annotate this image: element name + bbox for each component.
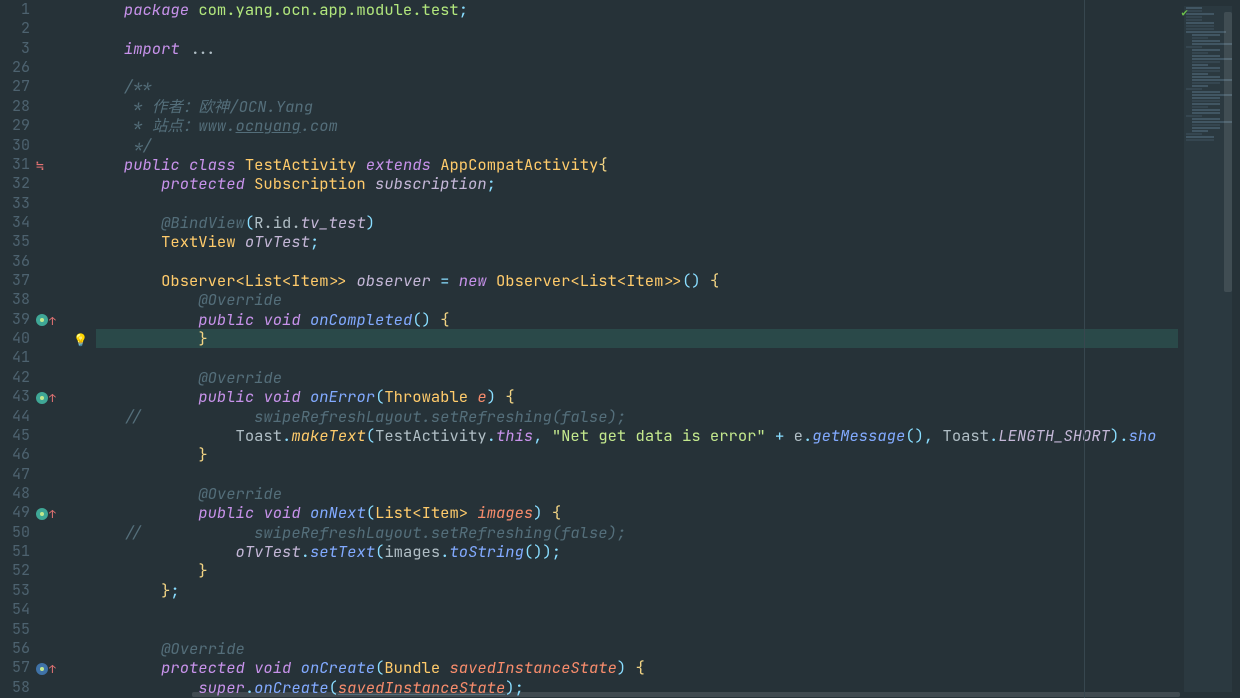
- intention-bulb-icon[interactable]: 💡: [73, 332, 88, 348]
- line-number: 26: [0, 58, 36, 77]
- line-number: 57: [0, 658, 36, 677]
- line-number: 32: [0, 174, 36, 193]
- line-number: 45: [0, 426, 36, 445]
- line-number: 1: [0, 0, 36, 19]
- line-number: 27: [0, 77, 36, 96]
- minimap[interactable]: [1184, 6, 1232, 692]
- line-number: 48: [0, 484, 36, 503]
- line-number: 56: [0, 639, 36, 658]
- line-number: 55: [0, 620, 36, 639]
- line-number: 30: [0, 136, 36, 155]
- line-number: 50: [0, 523, 36, 542]
- line-number: 31: [0, 155, 36, 174]
- line-number: 33: [0, 194, 36, 213]
- line-number: 58: [0, 678, 36, 697]
- line-number: 47: [0, 465, 36, 484]
- line-number: 44: [0, 407, 36, 426]
- line-number: 39: [0, 310, 36, 329]
- line-number: 36: [0, 252, 36, 271]
- override-gutter-icon[interactable]: ↑: [36, 387, 96, 406]
- line-number: 34: [0, 213, 36, 232]
- line-number: 52: [0, 561, 36, 580]
- line-number: 2: [0, 19, 36, 38]
- line-number: 54: [0, 600, 36, 619]
- line-number: 49: [0, 503, 36, 522]
- line-number: 46: [0, 445, 36, 464]
- gutter-icon-column: ≒ ↑ 💡 ↑ ↑ ↑: [36, 0, 96, 698]
- override-gutter-icon[interactable]: ↑: [36, 658, 96, 677]
- line-number: 3: [0, 39, 36, 58]
- line-number-gutter: 1232627282930313233343536373839404142434…: [0, 0, 36, 698]
- line-number: 29: [0, 116, 36, 135]
- code-line[interactable]: package com.yang.ocn.app.module.test;: [96, 0, 1240, 19]
- line-number: 41: [0, 348, 36, 367]
- line-number: 38: [0, 290, 36, 309]
- minimap-scrollbar[interactable]: [1224, 6, 1232, 692]
- right-margin-guide: [1084, 0, 1085, 698]
- line-number: 43: [0, 387, 36, 406]
- code-area[interactable]: package com.yang.ocn.app.module.test; im…: [96, 0, 1240, 698]
- line-number: 28: [0, 97, 36, 116]
- override-gutter-icon[interactable]: ↑: [36, 503, 96, 522]
- line-number: 53: [0, 581, 36, 600]
- line-number: 35: [0, 232, 36, 251]
- line-number: 42: [0, 368, 36, 387]
- line-number: 37: [0, 271, 36, 290]
- code-editor[interactable]: 1232627282930313233343536373839404142434…: [0, 0, 1240, 698]
- inspection-ok-icon[interactable]: ✔: [1181, 4, 1188, 23]
- line-number: 40: [0, 329, 36, 348]
- override-gutter-icon[interactable]: ↑: [36, 310, 96, 329]
- class-diff-marker-icon[interactable]: ≒: [36, 155, 96, 174]
- line-number: 51: [0, 542, 36, 561]
